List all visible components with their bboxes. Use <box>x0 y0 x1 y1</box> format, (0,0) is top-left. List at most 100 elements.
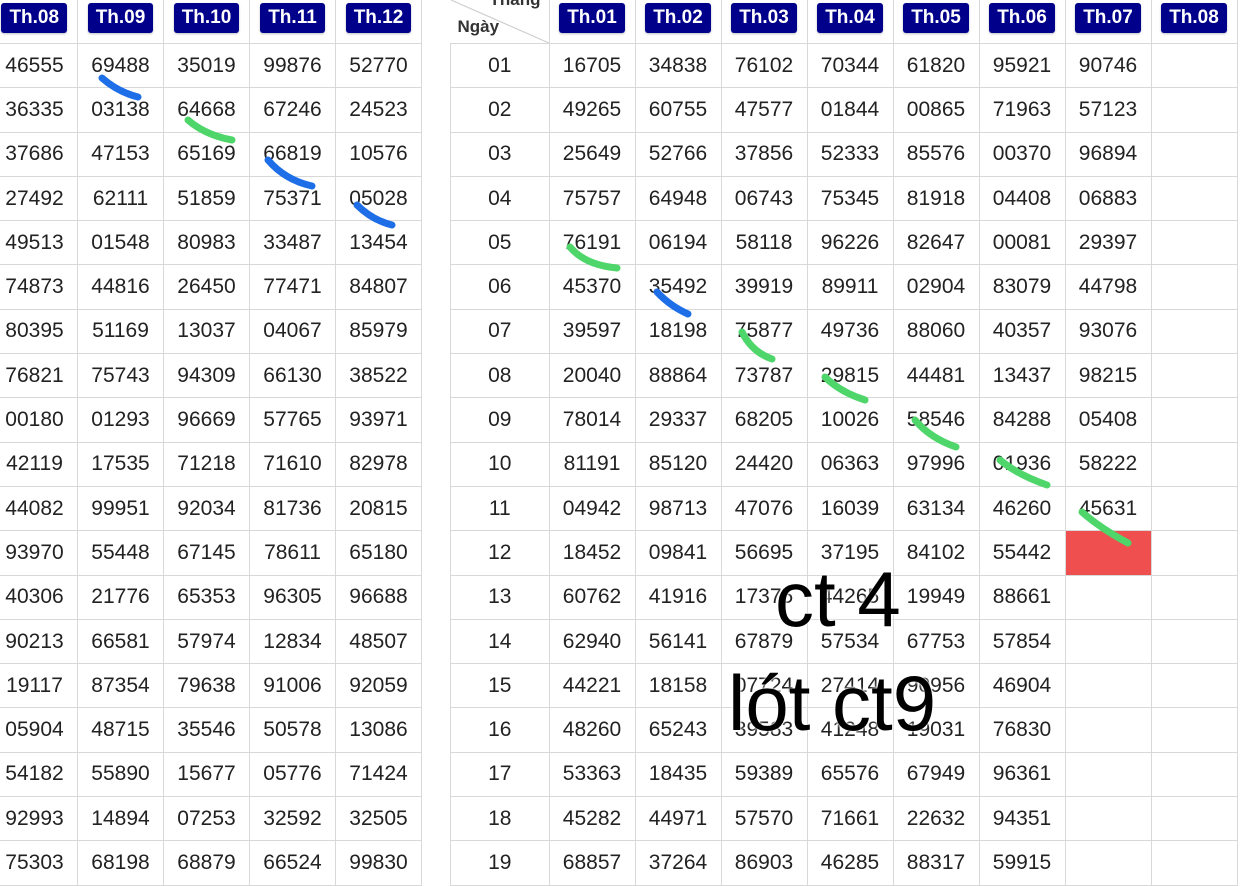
result-cell: 74873 <box>0 264 78 310</box>
table-row: 46555 69488 35019 99876 52770 <box>0 42 422 89</box>
result-cell: 12834 <box>249 618 336 665</box>
result-cell: 37856 <box>720 131 808 177</box>
result-cell: 88317 <box>892 840 980 886</box>
day-cell: 06 <box>450 264 550 310</box>
result-cell: 71610 <box>249 441 336 487</box>
result-cell <box>1064 574 1152 620</box>
day-cell: 08 <box>450 353 550 399</box>
result-cell: 55442 <box>978 530 1066 576</box>
left-table-body: 46555 69488 35019 99876 52770 36335 03138 64668… <box>0 42 422 886</box>
result-cell: 75757 <box>548 175 636 222</box>
table-row: 92993 14894 07253 32592 32505 <box>0 796 422 842</box>
day-cell: 02 <box>450 87 550 133</box>
result-cell: 67753 <box>892 618 980 665</box>
result-cell: 13086 <box>335 707 422 753</box>
result-cell: 14894 <box>77 796 164 842</box>
result-cell: 89911 <box>806 264 894 310</box>
result-cell: 96305 <box>249 574 336 620</box>
table-row: 49513 01548 80983 33487 13454 <box>0 220 422 266</box>
result-cell: 57765 <box>249 397 336 443</box>
result-cell: 90213 <box>0 618 78 665</box>
result-cell: 60755 <box>634 87 722 133</box>
result-cell: 99830 <box>335 840 422 886</box>
result-cell: 95921 <box>978 42 1066 89</box>
right-month-header: Th.04 <box>807 0 894 44</box>
result-cell: 82978 <box>335 441 422 487</box>
result-cell: 78014 <box>548 397 636 443</box>
result-cell <box>1064 707 1152 753</box>
result-cell: 67145 <box>163 530 250 576</box>
result-cell: 68198 <box>77 840 164 886</box>
result-cell <box>1150 840 1238 886</box>
result-cell: 80983 <box>163 220 250 266</box>
result-cell: 59915 <box>978 840 1066 886</box>
result-cell: 61820 <box>892 42 980 89</box>
month-header-pill: Th.12 <box>345 3 412 33</box>
result-cell: 25649 <box>548 131 636 177</box>
table-row: 54182 55890 15677 05776 71424 <box>0 751 422 798</box>
result-cell: 05904 <box>0 707 78 753</box>
month-header-pill: Th.07 <box>1075 3 1141 33</box>
result-cell: 45282 <box>548 796 636 842</box>
result-cell: 44481 <box>892 353 980 399</box>
result-cell: 78611 <box>249 530 336 576</box>
result-cell: 59389 <box>720 751 808 798</box>
day-cell: 11 <box>450 485 550 532</box>
table-row: 90213 66581 57974 12834 48507 <box>0 618 422 665</box>
right-month-header: Th.05 <box>893 0 980 44</box>
result-cell: 75371 <box>249 175 336 222</box>
result-cell: 29815 <box>806 353 894 399</box>
table-row: 02 49265 60755 47577 01844 00865 71963 57123 <box>450 87 1238 133</box>
result-cell: 06194 <box>634 220 722 266</box>
result-cell: 57123 <box>1064 87 1152 133</box>
result-cell <box>1150 618 1238 665</box>
result-cell: 80395 <box>0 308 78 355</box>
left-month-header: Th.09 <box>77 0 164 44</box>
result-cell: 29337 <box>634 397 722 443</box>
result-cell: 24420 <box>720 441 808 487</box>
corner-month-label: Tháng <box>490 0 541 10</box>
result-cell: 65576 <box>806 751 894 798</box>
result-cell: 84102 <box>892 530 980 576</box>
result-cell: 44816 <box>77 264 164 310</box>
left-results-table: Th.08 Th.09 Th.10 Th.11 Th.12 46555 69488 3501… <box>0 0 422 886</box>
result-cell: 97996 <box>892 441 980 487</box>
highlighted-cell <box>1064 530 1152 576</box>
result-cell: 00180 <box>0 397 78 443</box>
result-cell: 00081 <box>978 220 1066 266</box>
result-cell: 99951 <box>77 485 164 532</box>
table-row: 00180 01293 96669 57765 93971 <box>0 397 422 443</box>
result-cell: 81918 <box>892 175 980 222</box>
result-cell: 83079 <box>978 264 1066 310</box>
right-month-header: Th.07 <box>1065 0 1152 44</box>
result-cell: 48715 <box>77 707 164 753</box>
day-cell: 04 <box>450 175 550 222</box>
right-month-header: Th.02 <box>635 0 722 44</box>
result-cell: 65353 <box>163 574 250 620</box>
table-row: 05 76191 06194 58118 96226 82647 00081 29397 <box>450 220 1238 266</box>
result-cell: 06363 <box>806 441 894 487</box>
result-cell <box>1064 796 1152 842</box>
result-cell: 58546 <box>892 397 980 443</box>
result-cell: 86903 <box>720 840 808 886</box>
result-cell: 75303 <box>0 840 78 886</box>
result-cell: 48507 <box>335 618 422 665</box>
handwritten-annotation-lot-ct9: lót ct9 <box>728 659 937 747</box>
result-cell: 10026 <box>806 397 894 443</box>
result-cell: 66130 <box>249 353 336 399</box>
result-cell: 57854 <box>978 618 1066 665</box>
result-cell: 41916 <box>634 574 722 620</box>
table-row: 06 45370 35492 39919 89911 02904 83079 44798 <box>450 264 1238 310</box>
result-cell: 18198 <box>634 308 722 355</box>
result-cell <box>1150 707 1238 753</box>
result-cell <box>1150 87 1238 133</box>
day-cell: 17 <box>450 751 550 798</box>
result-cell: 53363 <box>548 751 636 798</box>
handwritten-annotation-ct4: ct 4 <box>775 555 901 643</box>
result-cell: 91006 <box>249 663 336 709</box>
table-row: 75303 68198 68879 66524 99830 <box>0 840 422 886</box>
result-cell: 18452 <box>548 530 636 576</box>
result-cell: 94351 <box>978 796 1066 842</box>
result-cell <box>1150 485 1238 532</box>
left-month-header: Th.11 <box>249 0 336 44</box>
